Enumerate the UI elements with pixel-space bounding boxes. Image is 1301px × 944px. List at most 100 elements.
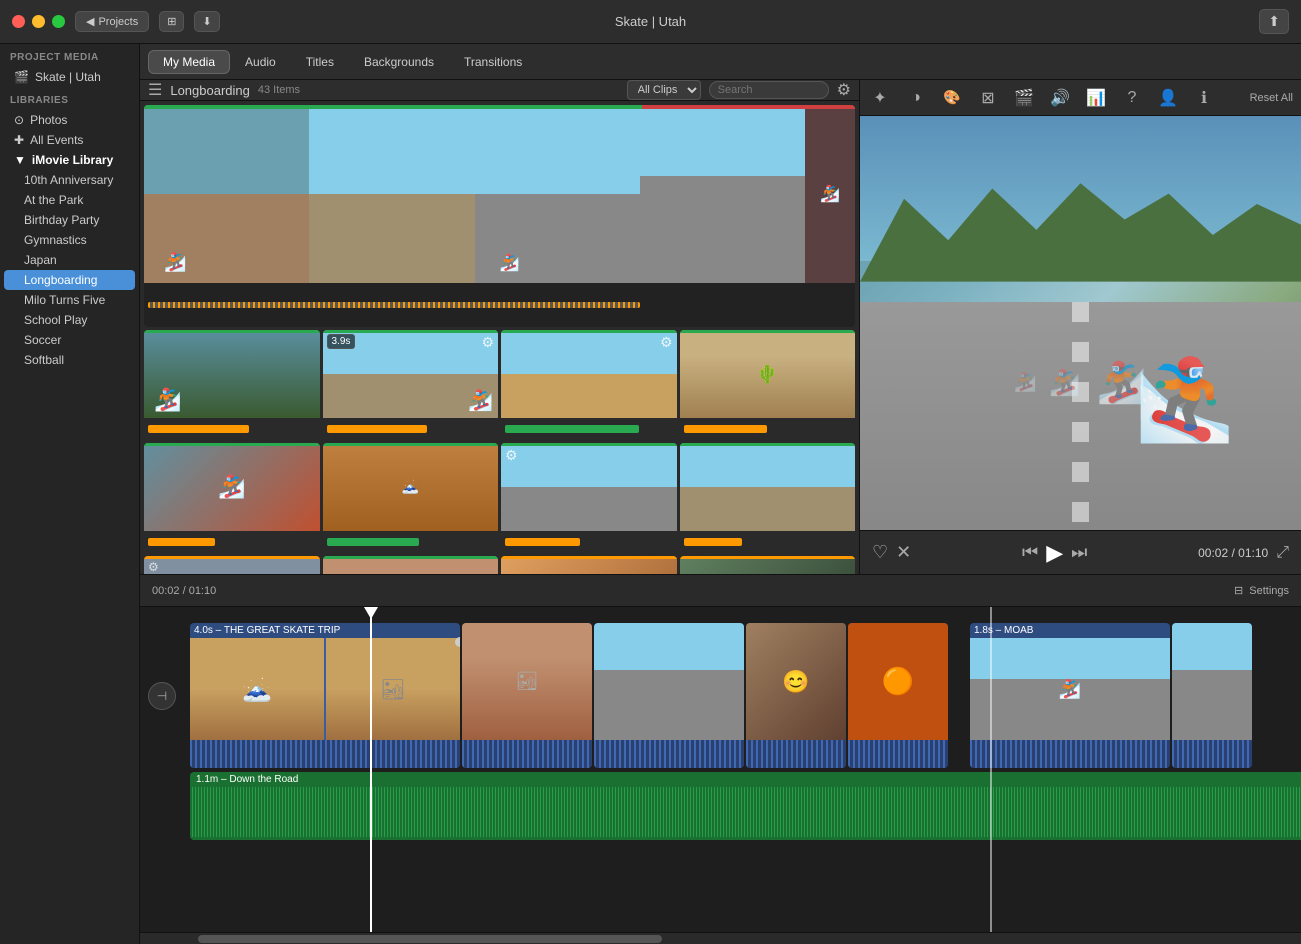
- film-icon: 🎬: [14, 70, 29, 84]
- main-layout: PROJECT MEDIA 🎬 Skate | Utah LIBRARIES ⊙…: [0, 44, 1301, 944]
- clip-thumb-6[interactable]: 🗻: [323, 443, 499, 553]
- reset-all-button[interactable]: Reset All: [1250, 92, 1293, 104]
- skip-back-icon[interactable]: ⏮: [1022, 542, 1038, 563]
- sidebar-item-birthday-party[interactable]: Birthday Party: [4, 210, 135, 230]
- clip-thumb-5[interactable]: 🏂: [144, 443, 320, 553]
- traffic-lights: [0, 15, 65, 28]
- play-pause-button[interactable]: ▶: [1046, 540, 1063, 566]
- sidebar-item-softball[interactable]: Softball: [4, 350, 135, 370]
- audio-track-clip[interactable]: 1.1m – Down the Road: [190, 772, 1301, 840]
- clip-thumb-4[interactable]: 🌵: [680, 330, 856, 440]
- preview-time: 00:02 / 01:10: [1198, 546, 1268, 560]
- settings-overlay-icon2: ⚙: [660, 334, 673, 351]
- playhead-2[interactable]: [990, 607, 992, 932]
- timeline-clip-1[interactable]: 4.0s – THE GREAT SKATE TRIP 🗻 🏜: [190, 623, 460, 768]
- timeline-scrollbar[interactable]: [140, 932, 1301, 944]
- stabilization-icon[interactable]: 🎬: [1012, 88, 1036, 108]
- color-wheels-icon[interactable]: 🎨: [940, 89, 964, 106]
- timeline-clip-2[interactable]: 🏜: [462, 623, 592, 768]
- fullscreen-button[interactable]: [52, 15, 65, 28]
- clip-thumb-3[interactable]: ⚙: [501, 330, 677, 440]
- tab-titles[interactable]: Titles: [291, 50, 349, 74]
- playhead-1[interactable]: [370, 607, 372, 932]
- sidebar-item-project[interactable]: 🎬 Skate | Utah: [4, 67, 135, 87]
- track-nav-prev[interactable]: ⊣: [148, 682, 176, 710]
- skip-forward-icon[interactable]: ⏭: [1071, 542, 1087, 563]
- timeline-clip-last[interactable]: [1172, 623, 1252, 768]
- color-correction-icon[interactable]: ◑: [904, 89, 928, 107]
- sidebar-item-10th-anniversary[interactable]: 10th Anniversary: [4, 170, 135, 190]
- sidebar-item-all-events[interactable]: ✚ All Events: [4, 130, 135, 150]
- favorite-icon[interactable]: ♡: [872, 542, 888, 563]
- magic-wand-icon[interactable]: ✦: [868, 88, 892, 108]
- browser-row-3: 🏂 🗻 ⚙: [140, 440, 859, 553]
- video-track: ⊣ 4.0s – THE GREAT SKATE TRIP 🗻 🏜: [140, 623, 1301, 768]
- search-input[interactable]: [709, 81, 829, 99]
- sidebar-item-soccer[interactable]: Soccer: [4, 330, 135, 350]
- browser-row-4: ⚙ MORMONROCKSCAMP 😊: [140, 553, 859, 574]
- clip-thumb-1[interactable]: 🏂: [144, 330, 320, 440]
- info-icon[interactable]: ℹ: [1192, 88, 1216, 108]
- clip-handle[interactable]: [455, 637, 460, 647]
- clip-thumb-12[interactable]: 🌲 😎: [680, 556, 856, 574]
- clip-moab-label: 1.8s – MOAB: [970, 623, 1170, 638]
- timeline-scroll[interactable]: ⊣ 4.0s – THE GREAT SKATE TRIP 🗻 🏜: [140, 607, 1301, 932]
- gap: [950, 623, 970, 768]
- clip-thumb-8[interactable]: [680, 443, 856, 553]
- tab-transitions[interactable]: Transitions: [449, 50, 537, 74]
- volume-icon[interactable]: 🔊: [1048, 88, 1072, 108]
- browser-view-icon[interactable]: ☰: [148, 80, 162, 100]
- import-button[interactable]: ⬇: [194, 11, 219, 32]
- expand-icon[interactable]: ⤢: [1276, 544, 1289, 562]
- timeline-clip-4[interactable]: 😊: [746, 623, 846, 768]
- timeline-clip-5[interactable]: 🟠: [848, 623, 948, 768]
- content-area: My Media Audio Titles Backgrounds Transi…: [140, 44, 1301, 944]
- minimize-button[interactable]: [32, 15, 45, 28]
- view-toggle-button[interactable]: ⊞: [159, 11, 184, 32]
- clip-thumb-2[interactable]: 🏂 3.9s ⚙: [323, 330, 499, 440]
- sidebar-item-gymnastics[interactable]: Gymnastics: [4, 230, 135, 250]
- settings-icon[interactable]: ⚙: [837, 80, 851, 100]
- sidebar-item-japan[interactable]: Japan: [4, 250, 135, 270]
- close-button[interactable]: [12, 15, 25, 28]
- tab-my-media[interactable]: My Media: [148, 50, 230, 74]
- clip-thumb-10[interactable]: MORMONROCKSCAMP: [323, 556, 499, 574]
- browser-row-1: 🏂 🏂 🏂: [140, 101, 859, 327]
- timeline-toolbar: 00:02 / 01:10 ⊟ Settings: [140, 575, 1301, 607]
- timeline-clip-moab[interactable]: 1.8s – MOAB 🏂: [970, 623, 1170, 768]
- share-button[interactable]: ⬆: [1259, 9, 1289, 34]
- face-icon[interactable]: 👤: [1156, 88, 1180, 108]
- clip-thumb-9[interactable]: ⚙: [144, 556, 320, 574]
- audio-track-label: 1.1m – Down the Road: [190, 772, 1301, 787]
- clip-thumb-7[interactable]: ⚙: [501, 443, 677, 553]
- tab-audio[interactable]: Audio: [230, 50, 291, 74]
- preview-video: 🏂 🏂 🏂 🏂: [860, 116, 1301, 530]
- chevron-left-icon: ◀: [86, 15, 94, 28]
- preview-toolbar: ✦ ◑ 🎨 ⊠ 🎬 🔊 📊 ? 👤 ℹ Reset All: [860, 80, 1301, 116]
- browser-toolbar: ☰ Longboarding 43 Items All Clips ⚙: [140, 80, 859, 101]
- projects-button[interactable]: ◀ Projects: [75, 11, 149, 32]
- clip-1-label: 4.0s – THE GREAT SKATE TRIP: [190, 623, 460, 638]
- clip-thumb-fullrow[interactable]: 🏂 🏂 🏂: [144, 105, 855, 327]
- sidebar-item-milo-turns-five[interactable]: Milo Turns Five: [4, 290, 135, 310]
- reject-icon[interactable]: ✕: [896, 542, 911, 563]
- sidebar-item-longboarding[interactable]: Longboarding: [4, 270, 135, 290]
- settings-button[interactable]: ⊟ Settings: [1234, 584, 1289, 597]
- clip-duration-badge: 3.9s: [327, 334, 356, 349]
- sidebar-item-at-the-park[interactable]: At the Park: [4, 190, 135, 210]
- scrollbar-thumb[interactable]: [198, 935, 662, 943]
- help-icon[interactable]: ?: [1120, 89, 1144, 107]
- sidebar-item-school-play[interactable]: School Play: [4, 310, 135, 330]
- sidebar-item-imovie-library[interactable]: ▼ iMovie Library: [4, 150, 135, 170]
- timeline-clip-3[interactable]: [594, 623, 744, 768]
- titlebar: ◀ Projects ⊞ ⬇ Skate | Utah ⬆: [0, 0, 1301, 44]
- project-media-label: PROJECT MEDIA: [0, 44, 139, 67]
- sidebar-item-photos[interactable]: ⊙ Photos: [4, 110, 135, 130]
- clip-thumb-11[interactable]: 😊: [501, 556, 677, 574]
- tab-backgrounds[interactable]: Backgrounds: [349, 50, 449, 74]
- noise-reduction-icon[interactable]: 📊: [1084, 88, 1108, 108]
- media-tabs: My Media Audio Titles Backgrounds Transi…: [140, 44, 1301, 80]
- clips-filter-select[interactable]: All Clips: [627, 80, 701, 100]
- middle-section: ☰ Longboarding 43 Items All Clips ⚙: [140, 80, 1301, 574]
- crop-icon[interactable]: ⊠: [976, 88, 1000, 108]
